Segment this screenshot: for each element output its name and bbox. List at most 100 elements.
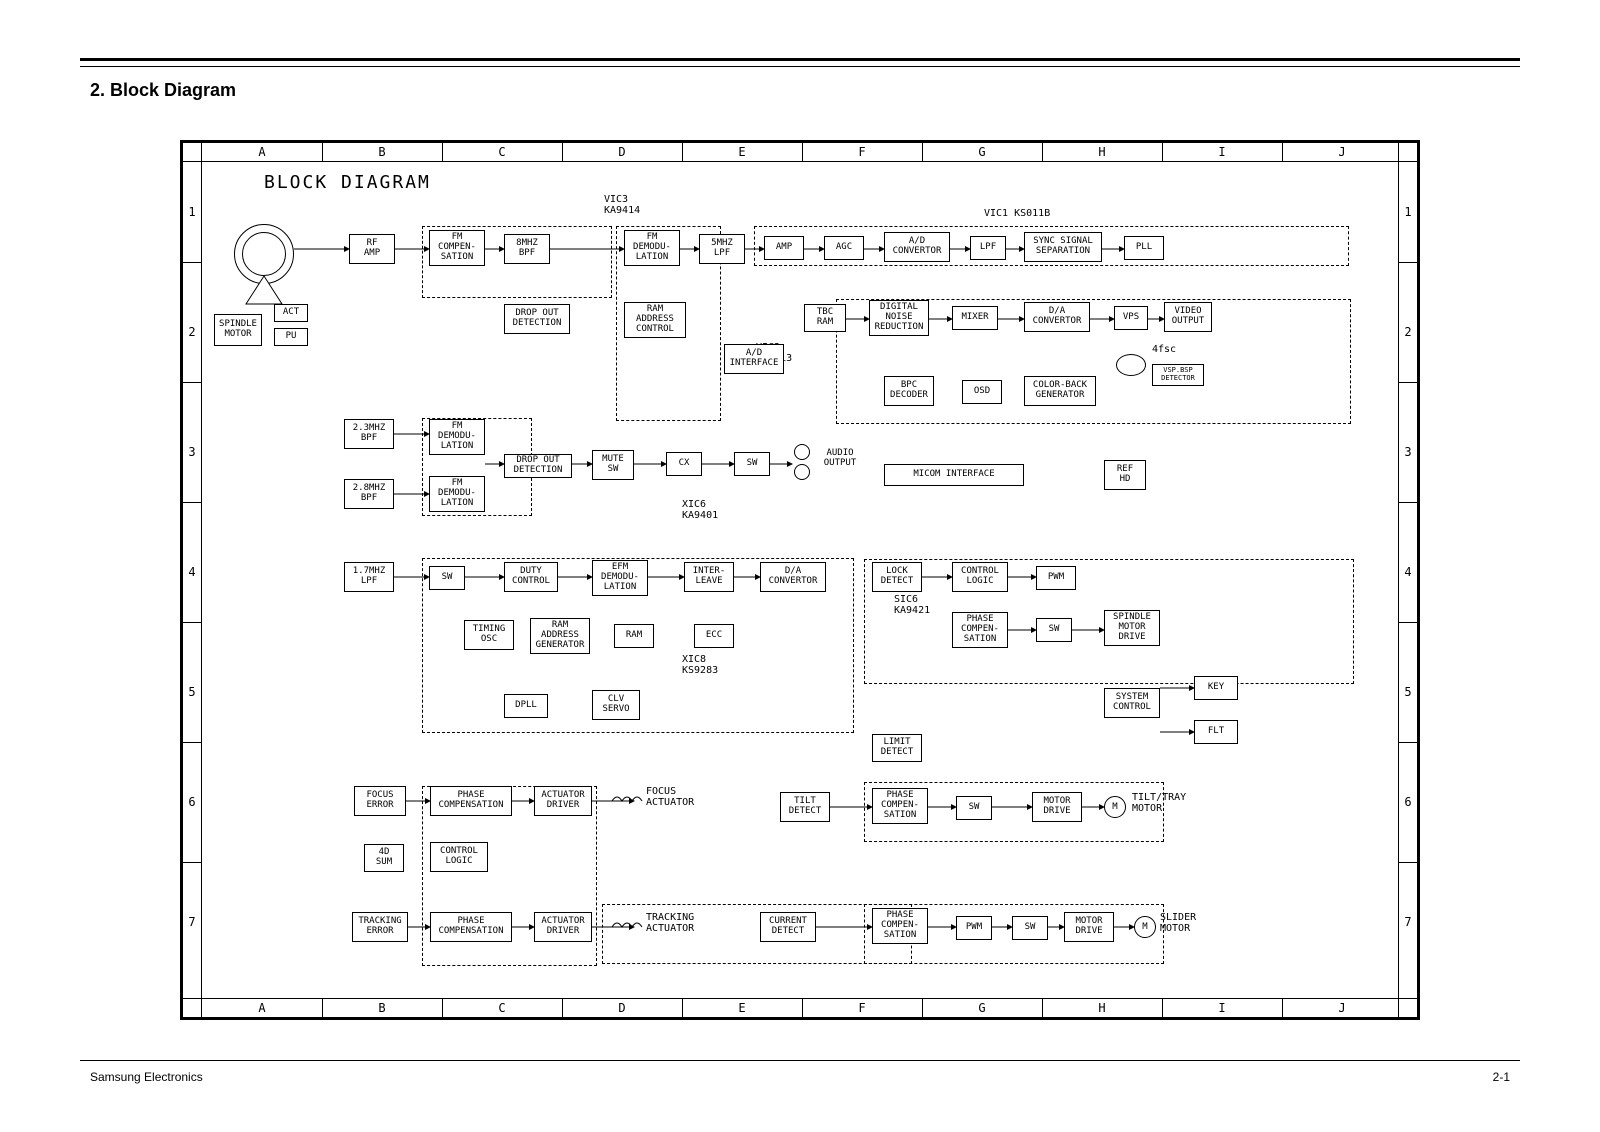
blk-phase-t: PHASE COMPEN- SATION [872,788,928,824]
col-d-bot: D [602,998,642,1018]
blk-limit-det: LIMIT DETECT [872,734,922,762]
blk-28bpf: 2.8MHZ BPF [344,479,394,509]
label-xic6: XIC6 KA9401 [682,499,718,521]
blk-motor-drv-t: MOTOR DRIVE [1032,792,1082,822]
blk-pwm-r: PWM [1036,566,1076,590]
blk-phase-s: PHASE COMPEN- SATION [872,908,928,944]
blk-efm-demod: EFM DEMODU- LATION [592,560,648,596]
label-tracking-act: TRACKING ACTUATOR [646,912,694,934]
row-7-r: 7 [1398,912,1418,932]
blk-spindle-motor: SPINDLE MOTOR [214,314,262,346]
row-5-l: 5 [182,682,202,702]
blk-sw-mid: SW [734,452,770,476]
blk-micom-if: MICOM INTERFACE [884,464,1024,486]
blk-cb-gen: COLOR-BACK GENERATOR [1024,376,1096,406]
tick [922,998,923,1018]
blk-ram-addr-gen: RAM ADDRESS GENERATOR [530,618,590,654]
row-3-l: 3 [182,442,202,462]
blk-fm-compen: FM COMPEN- SATION [429,230,485,266]
tick [922,142,923,162]
col-a-bot: A [242,998,282,1018]
col-g-top: G [962,142,1002,162]
row-3-r: 3 [1398,442,1418,462]
blk-ctrl-logic-l: CONTROL LOGIC [430,842,488,872]
blk-act-drv-f: ACTUATOR DRIVER [534,786,592,816]
tick [802,998,803,1018]
blk-23bpf: 2.3MHZ BPF [344,419,394,449]
blk-focus-err: FOCUS ERROR [354,786,406,816]
tick [1162,142,1163,162]
label-vic1: VIC1 KS011B [984,208,1050,219]
label-vic3: VIC3 KA9414 [604,194,640,216]
blk-17lpf: 1.7MHZ LPF [344,562,394,592]
top-rule-thin [80,66,1520,67]
blk-ram-addr-ctrl: RAM ADDRESS CONTROL [624,302,686,338]
row-1-l: 1 [182,202,202,222]
blk-vps: VPS [1114,306,1148,330]
blk-lpf: LPF [970,236,1006,260]
blk-phase-comp-r: PHASE COMPEN- SATION [952,612,1008,648]
label-tilt-tray: TILT/TRAY MOTOR [1132,792,1186,814]
col-f-top: F [842,142,882,162]
blk-sys-ctrl: SYSTEM CONTROL [1104,688,1160,718]
label-4fsc: 4fsc [1152,344,1176,355]
blk-duty-ctrl: DUTY CONTROL [504,562,558,592]
jack-icon [794,444,810,460]
blk-ram: RAM [614,624,654,648]
col-i-top: I [1202,142,1242,162]
col-a-top: A [242,142,282,162]
tick [322,142,323,162]
row-6-l: 6 [182,792,202,812]
blk-audio-out: AUDIO OUTPUT [816,444,864,474]
tick [182,262,202,263]
blk-sync-sep: SYNC SIGNAL SEPARATION [1024,232,1102,262]
label-focus-act: FOCUS ACTUATOR [646,786,694,808]
jack-icon [794,464,810,480]
row-7-l: 7 [182,912,202,932]
label-xic8: XIC8 KS9283 [682,654,718,676]
tick [562,142,563,162]
blk-4d-sum: 4D SUM [364,844,404,872]
blk-sw-t: SW [956,796,992,820]
blk-dropout1: DROP OUT DETECTION [504,304,570,334]
blk-current-det: CURRENT DETECT [760,912,816,942]
tick [442,998,443,1018]
bottom-rule [80,1060,1520,1061]
blk-key: KEY [1194,676,1238,700]
disc-inner-icon [242,232,286,276]
tick [1042,998,1043,1018]
blk-mute-sw: MUTE SW [592,450,634,480]
col-h-bot: H [1082,998,1122,1018]
col-e-bot: E [722,998,762,1018]
tick [1398,382,1418,383]
blk-fm-demod2: FM DEMODU- LATION [429,476,485,512]
tick [182,502,202,503]
tick [182,382,202,383]
blk-osd: OSD [962,380,1002,404]
blk-vsp-det: VSP.BSP DETECTOR [1152,364,1204,386]
blk-rf-amp: RF AMP [349,234,395,264]
col-d-top: D [602,142,642,162]
col-c-top: C [482,142,522,162]
blk-amp: AMP [764,236,804,260]
row-2-l: 2 [182,322,202,342]
blk-phase-tr: PHASE COMPENSATION [430,912,512,942]
tick [182,742,202,743]
blk-agc: AGC [824,236,864,260]
blk-ad-iface: A/D INTERFACE [724,344,784,374]
tick [1398,862,1418,863]
blk-fm-demod-top: FM DEMODU- LATION [624,230,680,266]
tick [682,142,683,162]
tick [322,998,323,1018]
blk-ecc: ECC [694,624,734,648]
blk-mixer: MIXER [952,306,998,330]
blk-4fsc-circ [1116,354,1146,376]
row-2-r: 2 [1398,322,1418,342]
blk-pll: PLL [1124,236,1164,260]
blk-sw-dig: SW [429,566,465,590]
blk-dpll: DPLL [504,694,548,718]
motor-icon: M [1134,916,1156,938]
row-1-r: 1 [1398,202,1418,222]
blk-motor-drv-s: MOTOR DRIVE [1064,912,1114,942]
col-c-bot: C [482,998,522,1018]
